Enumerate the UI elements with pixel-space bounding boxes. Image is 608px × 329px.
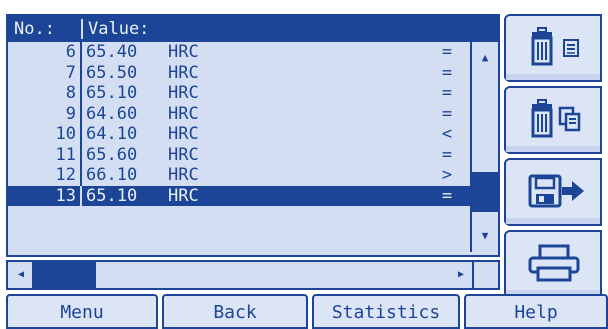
row-no: 6: [65, 42, 76, 62]
table-row[interactable]: 6 65.40 HRC =: [8, 42, 498, 63]
delete-all-icon: [531, 99, 581, 138]
row-value: 65.40: [86, 42, 138, 62]
button-shadow: [506, 74, 600, 80]
help-button[interactable]: Help: [464, 294, 608, 329]
delete-all-button[interactable]: [504, 86, 602, 154]
print-icon: [528, 244, 580, 282]
row-no: 7: [65, 62, 76, 83]
row-unit: HRC: [168, 83, 199, 103]
save-export-icon: [528, 174, 584, 208]
row-tolerance-flag: =: [441, 62, 453, 83]
print-button[interactable]: [504, 230, 602, 298]
horizontal-scroll-thumb[interactable]: [32, 262, 96, 288]
row-unit: HRC: [168, 185, 199, 206]
header-value: Value:: [88, 19, 150, 39]
table-rows: 6 65.40 HRC = 7 65.50 HRC = 8 65.10 HRC …: [8, 42, 498, 206]
row-no: 10: [55, 124, 76, 144]
measurement-table: No.: Value: 6 65.40 HRC = 7 65.50 HRC = …: [6, 14, 500, 257]
header-no: No.:: [14, 19, 55, 39]
row-separator: [80, 83, 82, 104]
row-separator: [80, 103, 82, 124]
row-no: 11: [55, 144, 76, 165]
table-row[interactable]: 8 65.10 HRC =: [8, 83, 498, 104]
row-unit: HRC: [168, 62, 199, 83]
menu-bar: Menu Back Statistics Help: [6, 294, 608, 329]
row-value: 65.10: [86, 83, 138, 103]
row-separator: [80, 42, 82, 63]
row-unit: HRC: [168, 42, 199, 62]
row-value: 64.10: [86, 124, 138, 144]
row-tolerance-flag: =: [441, 103, 453, 124]
scroll-up-icon[interactable]: ▲: [472, 46, 498, 70]
row-tolerance-flag: <: [441, 124, 453, 144]
back-button[interactable]: Back: [162, 294, 308, 329]
row-separator: [80, 185, 82, 206]
row-unit: HRC: [168, 124, 199, 144]
row-unit: HRC: [168, 103, 199, 124]
row-separator: [80, 62, 82, 83]
horizontal-scrollbar[interactable]: ◀ ▶: [6, 260, 500, 290]
row-separator: [80, 124, 82, 145]
save-export-button[interactable]: [504, 158, 602, 226]
row-unit: HRC: [168, 144, 199, 165]
row-no: 13: [55, 185, 76, 206]
menu-button[interactable]: Menu: [6, 294, 158, 329]
button-shadow: [506, 218, 600, 224]
table-row-selected[interactable]: 13 65.10 HRC =: [8, 185, 498, 206]
row-no: 12: [55, 165, 76, 185]
delete-single-icon: [531, 27, 579, 66]
row-tolerance-flag: =: [441, 42, 453, 62]
row-value: 65.60: [86, 144, 138, 165]
table-row[interactable]: 11 65.60 HRC =: [8, 144, 498, 165]
table-row[interactable]: 7 65.50 HRC =: [8, 62, 498, 83]
statistics-button[interactable]: Statistics: [312, 294, 460, 329]
row-unit: HRC: [168, 165, 199, 185]
delete-value-button[interactable]: [504, 14, 602, 82]
row-no: 9: [65, 103, 76, 124]
row-value: 65.10: [86, 185, 138, 206]
table-row[interactable]: 9 64.60 HRC =: [8, 103, 498, 124]
table-row[interactable]: 12 66.10 HRC >: [8, 165, 498, 186]
vertical-scroll-thumb[interactable]: [472, 172, 498, 212]
row-separator: [80, 165, 82, 186]
header-separator: [81, 19, 83, 39]
row-no: 8: [65, 83, 76, 103]
table-header: No.: Value:: [8, 16, 498, 42]
scroll-left-icon[interactable]: ◀: [8, 262, 34, 288]
row-value: 65.50: [86, 62, 138, 83]
scroll-down-icon[interactable]: ▼: [472, 224, 498, 248]
row-tolerance-flag: >: [441, 165, 453, 185]
row-tolerance-flag: =: [441, 144, 453, 165]
row-tolerance-flag: =: [441, 83, 453, 103]
row-value: 66.10: [86, 165, 138, 185]
vertical-scrollbar[interactable]: ▲ ▼: [470, 42, 498, 252]
scroll-right-icon[interactable]: ▶: [448, 262, 474, 288]
measurement-screen: No.: Value: 6 65.40 HRC = 7 65.50 HRC = …: [0, 0, 608, 329]
row-value: 64.60: [86, 103, 138, 124]
row-separator: [80, 144, 82, 165]
scrollbar-corner: [472, 262, 498, 288]
row-tolerance-flag: =: [441, 185, 453, 206]
table-row[interactable]: 10 64.10 HRC <: [8, 124, 498, 145]
button-shadow: [506, 146, 600, 152]
